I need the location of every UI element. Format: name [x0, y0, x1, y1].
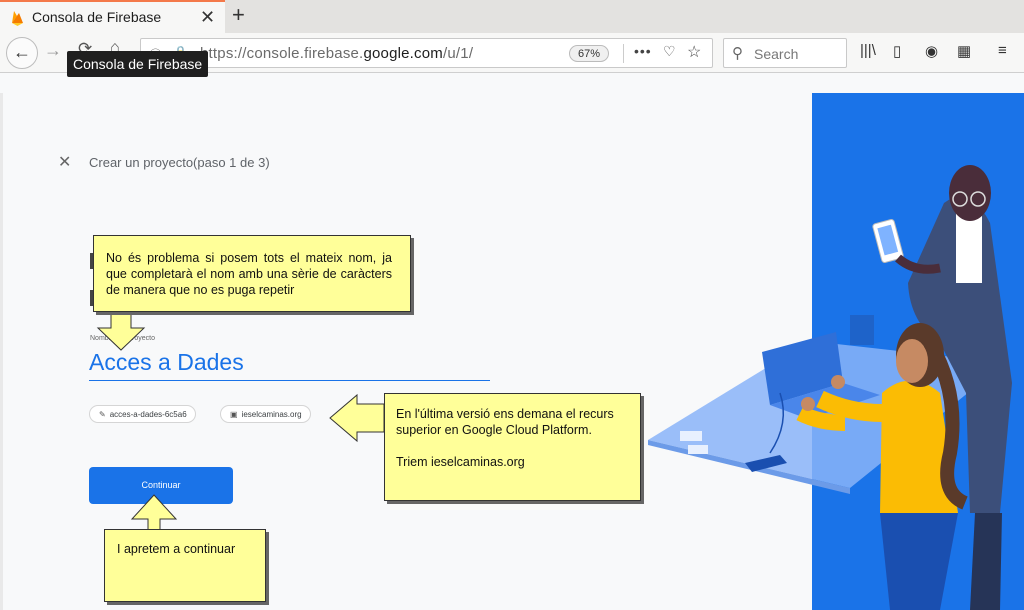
close-icon[interactable]: ✕ — [58, 152, 71, 172]
more-icon[interactable]: ••• — [634, 43, 652, 59]
parent-resource-text: ieselcaminas.org — [241, 410, 302, 419]
project-name-input[interactable]: Acces a Dades — [89, 344, 490, 381]
menu-icon[interactable]: ≡ — [998, 42, 1007, 59]
search-box[interactable]: ⚲ Search — [723, 38, 847, 68]
annotation-note-line: Triem ieselcaminas.org — [396, 455, 525, 469]
library-icon[interactable]: |||\ — [860, 42, 876, 59]
tab-strip: Consola de Firebase ✕ + — [0, 0, 1024, 33]
annotation-note-name: No és problema si posem tots el mateix n… — [93, 235, 411, 312]
step-title: Crear un proyecto(paso 1 de 3) — [89, 155, 270, 170]
zoom-badge[interactable]: 67% — [569, 45, 610, 62]
search-placeholder: Search — [754, 46, 799, 62]
tab-tooltip: Consola de Firebase — [67, 51, 209, 77]
org-icon: ▣ — [230, 410, 238, 419]
star-icon[interactable]: ☆ — [687, 42, 701, 62]
tab-firebase[interactable]: Consola de Firebase ✕ — [0, 0, 225, 33]
annotation-note-continue: I apretem a continuar — [104, 529, 266, 602]
forward-arrow-icon[interactable]: → — [44, 40, 62, 61]
parent-resource-chip[interactable]: ▣ ieselcaminas.org — [220, 405, 311, 423]
annotation-note-line: En l'última versió ens demana el recurs … — [396, 407, 614, 437]
continue-button[interactable]: Continuar — [89, 467, 233, 504]
pocket-icon[interactable]: ♡ — [663, 43, 676, 60]
tab-title: Consola de Firebase — [32, 9, 162, 25]
project-id-chip[interactable]: ✎ acces-a-dades-6c5a6 — [89, 405, 196, 423]
project-name-label: Nombre del proyecto — [90, 335, 155, 342]
pencil-icon: ✎ — [99, 410, 106, 419]
back-arrow-icon[interactable]: ← — [6, 37, 38, 69]
url-bar[interactable]: ⓘ 🔒 https://console.firebase.google.com/… — [140, 38, 713, 68]
new-tab-icon[interactable]: + — [232, 2, 245, 28]
close-tab-icon[interactable]: ✕ — [200, 7, 215, 28]
page-left-edge — [0, 93, 3, 610]
firebase-flame-icon — [12, 11, 23, 26]
account-icon[interactable]: ◉ — [925, 42, 938, 60]
sidebar-icon[interactable]: ▯ — [893, 42, 901, 60]
url-text[interactable]: https://console.firebase.google.com/u/1/ — [200, 45, 473, 62]
firebase-illustration — [648, 93, 1024, 610]
project-id-text: acces-a-dades-6c5a6 — [109, 410, 187, 419]
url-separator — [623, 44, 624, 63]
annotation-note-parent-resource: En l'última versió ens demana el recurs … — [384, 393, 641, 501]
search-icon: ⚲ — [732, 45, 743, 62]
grid-icon[interactable]: ▦ — [957, 42, 971, 60]
